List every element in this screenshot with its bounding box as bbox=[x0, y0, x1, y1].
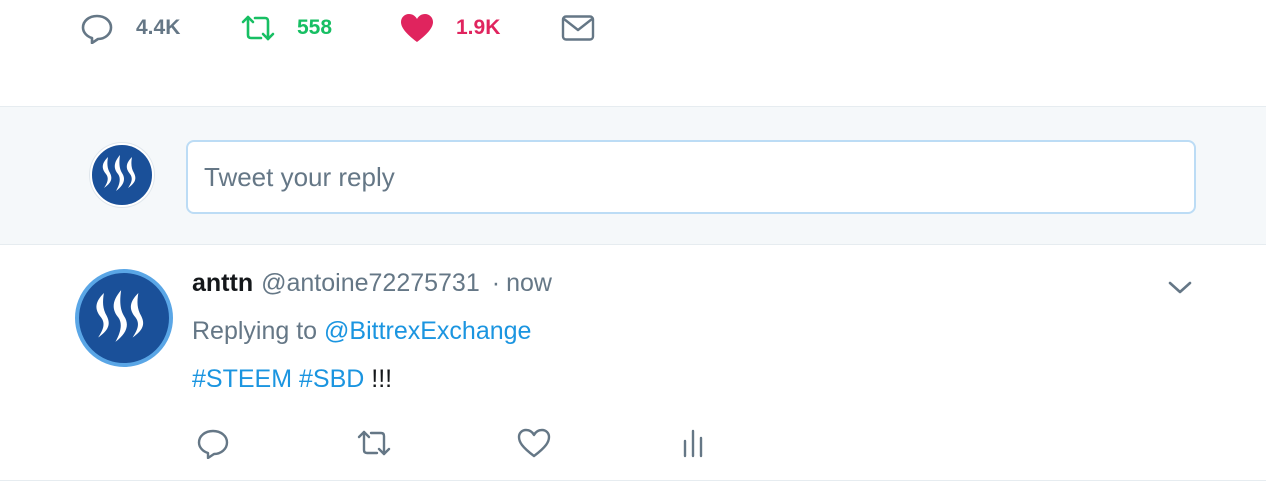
replying-to: Replying to @BittrexExchange bbox=[192, 317, 531, 346]
tweet-actions-bar: 4.4K 558 1.9K bbox=[0, 0, 1266, 106]
like-count: 1.9K bbox=[456, 16, 501, 39]
retweet-count: 558 bbox=[297, 16, 333, 39]
display-name[interactable]: anttn bbox=[192, 269, 253, 298]
chevron-down-icon bbox=[1166, 281, 1194, 303]
hashtag-link[interactable]: #SBD bbox=[299, 365, 364, 393]
tweet-like-button[interactable] bbox=[514, 425, 554, 465]
direct-message-action[interactable] bbox=[561, 10, 595, 46]
retweet-action[interactable]: 558 bbox=[240, 10, 332, 46]
tweet-text: #STEEM #SBD !!! bbox=[192, 365, 392, 394]
reply-composer bbox=[0, 106, 1266, 245]
reply-icon bbox=[80, 12, 114, 44]
reply-input[interactable] bbox=[186, 140, 1196, 214]
replying-prefix: Replying to bbox=[192, 317, 318, 345]
mention-link[interactable]: @BittrexExchange bbox=[324, 317, 531, 345]
like-action[interactable]: 1.9K bbox=[400, 10, 500, 46]
tweet-menu-button[interactable] bbox=[1166, 275, 1194, 299]
heart-icon bbox=[400, 13, 434, 43]
analytics-icon bbox=[680, 427, 706, 464]
tweet-header: anttn @antoine72275731 · now bbox=[192, 269, 552, 301]
reply-tweet: anttn @antoine72275731 · now Replying to… bbox=[0, 245, 1266, 481]
tweet-reply-button[interactable] bbox=[193, 425, 233, 465]
user-handle[interactable]: @antoine72275731 bbox=[261, 269, 480, 298]
avatar[interactable] bbox=[75, 269, 173, 367]
reply-count: 4.4K bbox=[136, 16, 181, 39]
envelope-icon bbox=[561, 14, 595, 42]
reply-icon bbox=[196, 427, 230, 464]
steem-logo-icon bbox=[91, 287, 157, 350]
reply-action[interactable]: 4.4K bbox=[80, 10, 180, 46]
avatar[interactable] bbox=[90, 143, 154, 207]
tweet-text-suffix: !!! bbox=[371, 365, 393, 393]
tweet-analytics-button[interactable] bbox=[673, 425, 713, 465]
retweet-icon bbox=[240, 13, 276, 43]
heart-icon bbox=[517, 428, 551, 463]
timestamp[interactable]: now bbox=[506, 269, 552, 298]
separator: · bbox=[491, 269, 501, 297]
hashtag-link[interactable]: #STEEM bbox=[192, 365, 292, 393]
tweet-retweet-button[interactable] bbox=[354, 425, 394, 465]
retweet-icon bbox=[356, 428, 392, 463]
steem-logo-icon bbox=[99, 153, 145, 198]
